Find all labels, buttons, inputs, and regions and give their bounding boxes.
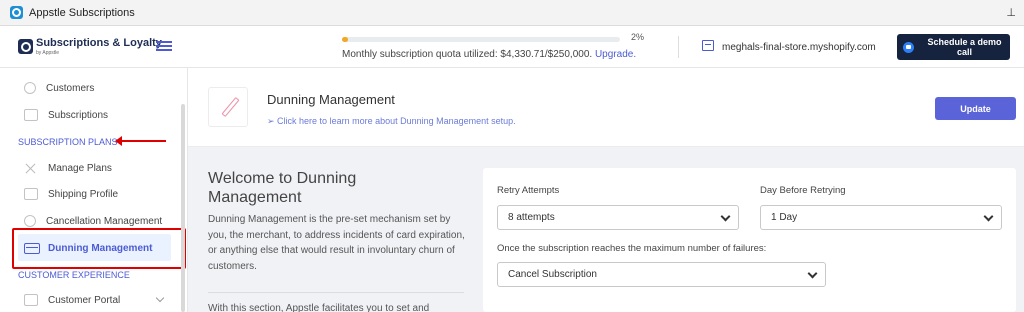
header-divider	[678, 36, 679, 58]
quota-progress-bar	[342, 37, 620, 42]
help-link-text: Click here to learn more about Dunning M…	[277, 116, 516, 126]
welcome-more-text: With this section, Appstle facilitates y…	[208, 303, 430, 312]
window-title: Appstle Subscriptions	[29, 6, 135, 19]
brand-subtitle: by Appstle	[36, 50, 60, 56]
schedule-demo-button[interactable]: Schedule a demo call	[897, 34, 1010, 60]
annotation-arrow	[115, 136, 166, 146]
page-header: Dunning Management ➢ Click here to learn…	[188, 68, 1024, 147]
quota-text: Monthly subscription quota utilized: $4,…	[342, 49, 636, 60]
day-before-retrying-label: Day Before Retrying	[760, 185, 846, 196]
help-link[interactable]: ➢ Click here to learn more about Dunning…	[267, 116, 516, 127]
sidebar-item-shipping-profile[interactable]: Shipping Profile	[24, 185, 118, 203]
tools-icon	[24, 162, 38, 174]
sidebar-item-label: Customer Portal	[48, 294, 121, 306]
sidebar-item-customers[interactable]: Customers	[24, 79, 94, 97]
quota-percent: 2%	[631, 32, 645, 42]
schedule-demo-label: Schedule a demo call	[927, 37, 1002, 57]
shipping-icon	[24, 188, 38, 200]
section-subscription-plans: SUBSCRIPTION PLANS	[18, 137, 118, 147]
update-button[interactable]: Update	[935, 97, 1016, 120]
day-before-retrying-select[interactable]: 1 Day	[760, 205, 1002, 230]
sidebar: Customers Subscriptions SUBSCRIPTION PLA…	[0, 68, 188, 312]
welcome-title: Welcome to Dunning Management	[208, 170, 357, 206]
sidebar-item-label: Cancellation Management	[46, 215, 163, 227]
page-title: Dunning Management	[267, 92, 395, 107]
divider	[208, 292, 464, 293]
subscriptions-icon	[24, 109, 38, 121]
send-icon: ➢	[267, 116, 278, 126]
chevron-down-icon	[983, 211, 994, 222]
store-name: meghals-final-store.myshopify.com	[722, 42, 876, 53]
annotation-highlight-box	[12, 228, 186, 269]
quota-progress-fill	[342, 37, 348, 42]
welcome-description: Dunning Management is the pre-set mechan…	[208, 214, 465, 272]
sidebar-item-subscriptions[interactable]: Subscriptions	[24, 106, 108, 124]
retry-attempts-select[interactable]: 8 attempts	[497, 205, 739, 230]
brand-name: Subscriptions & Loyalty	[36, 37, 162, 49]
sidebar-item-customer-portal[interactable]: Customer Portal	[24, 291, 120, 309]
logo-icon	[18, 39, 33, 54]
dunning-settings-card: Retry Attempts 8 attempts Day Before Ret…	[483, 168, 1016, 312]
max-failures-label: Once the subscription reaches the maximu…	[497, 243, 767, 254]
section-customer-experience: CUSTOMER EXPERIENCE	[18, 270, 130, 280]
sidebar-item-manage-plans[interactable]: Manage Plans	[24, 159, 112, 177]
users-icon	[24, 82, 36, 94]
store-icon	[702, 40, 714, 51]
page-icon-box	[208, 87, 248, 127]
video-call-icon	[903, 41, 914, 53]
app-icon	[10, 6, 23, 19]
sidebar-item-label: Manage Plans	[48, 162, 112, 174]
menu-toggle-icon[interactable]	[156, 41, 172, 51]
sidebar-item-label: Customers	[46, 82, 95, 94]
max-failures-action-value: Cancel Subscription	[508, 269, 597, 280]
retry-attempts-value: 8 attempts	[508, 212, 555, 223]
chevron-down-icon	[720, 211, 731, 222]
pin-icon[interactable]: ⊥	[1006, 6, 1016, 19]
pencil-icon	[221, 96, 240, 118]
cancel-icon	[24, 215, 36, 227]
sidebar-item-label: Shipping Profile	[48, 188, 119, 200]
day-before-retrying-value: 1 Day	[771, 212, 798, 223]
sidebar-item-label: Subscriptions	[48, 109, 109, 121]
chevron-down-icon	[807, 268, 818, 279]
sidebar-scrollbar[interactable]	[181, 104, 185, 312]
chevron-down-icon[interactable]	[155, 293, 165, 303]
app-header: Subscriptions & Loyalty by Appstle 2% Mo…	[0, 26, 1024, 68]
retry-attempts-label: Retry Attempts	[497, 185, 560, 196]
max-failures-action-select[interactable]: Cancel Subscription	[497, 262, 826, 287]
portal-icon	[24, 294, 38, 306]
window-titlebar: Appstle Subscriptions ⊥	[0, 0, 1024, 26]
upgrade-link[interactable]: Upgrade.	[595, 49, 636, 60]
quota-label: Monthly subscription quota utilized: $4,…	[342, 49, 593, 60]
